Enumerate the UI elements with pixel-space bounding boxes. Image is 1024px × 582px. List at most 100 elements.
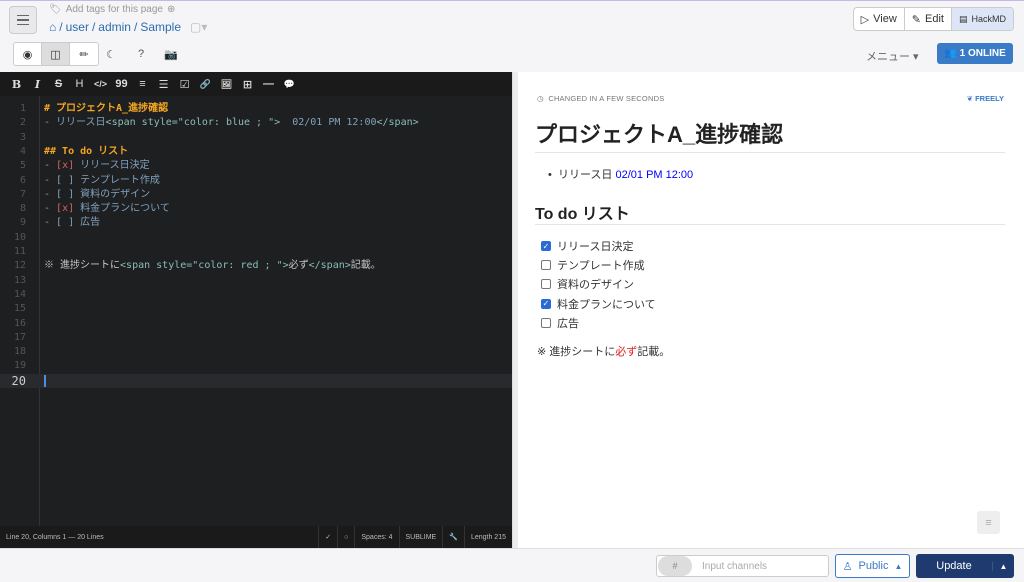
night-mode-button[interactable]: ☾ <box>102 46 120 62</box>
horizontal-rule-button[interactable]: — <box>258 78 279 90</box>
edit-mode-button[interactable]: ✏ <box>70 43 98 65</box>
public-dropdown[interactable]: ♙ Public ▲ <box>835 554 910 578</box>
code-line[interactable]: 19 <box>0 359 512 373</box>
code-line[interactable]: 15 <box>0 302 512 316</box>
heading-button[interactable]: H <box>69 78 90 90</box>
code-line[interactable]: 16 <box>0 317 512 331</box>
markdown-toolbar: B I S H </> 99 ≡ ☰ ☑ 🔗 🖼 ⊞ — 💬 <box>0 72 512 96</box>
code-line[interactable]: 12 ※ 進捗シートに<span style="color: red ; ">必ず… <box>0 259 512 273</box>
code-line[interactable]: 6 - [ ] テンプレート作成 <box>0 174 512 188</box>
breadcrumb-admin[interactable]: admin <box>98 20 131 34</box>
line-text[interactable]: ※ 進捗シートに<span style="color: red ; ">必ず</… <box>44 259 381 273</box>
line-number: 17 <box>13 331 26 343</box>
changed-status: ◷ CHANGED IN A FEW SECONDS <box>537 94 665 103</box>
toc-button[interactable]: ≡ <box>977 511 1000 534</box>
task-item: 広告 <box>541 315 579 331</box>
online-users-button[interactable]: 👥 1 ONLINE <box>937 43 1013 64</box>
view-mode-button[interactable]: ◉ <box>14 43 42 65</box>
tags-placeholder[interactable]: Add tags for this page <box>66 4 163 15</box>
line-text[interactable]: - [x] リリース日決定 <box>44 159 150 173</box>
unordered-list-button[interactable]: ≡ <box>132 78 153 90</box>
slack-toggle[interactable]: # <box>658 556 692 576</box>
edit-icon: ✎ <box>911 13 921 26</box>
question-icon: ? <box>137 48 145 60</box>
sidebar-toggle-button[interactable] <box>9 6 37 34</box>
line-text[interactable]: - [ ] 広告 <box>44 216 100 230</box>
image-button[interactable]: 🖼 <box>216 79 237 90</box>
task-checkbox[interactable]: ✓ <box>541 298 551 309</box>
code-line[interactable]: 1 # プロジェクトA_進捗確認 <box>0 102 512 116</box>
code-line[interactable]: 3 <box>0 131 512 145</box>
channels-input[interactable]: # Input channels <box>656 555 829 577</box>
update-button[interactable]: Update ▲ <box>916 554 1014 578</box>
home-icon[interactable]: ⌂ <box>49 20 56 34</box>
user-icon: ♙ <box>842 560 853 573</box>
code-line[interactable]: 5 - [x] リリース日決定 <box>0 159 512 173</box>
table-button[interactable]: ⊞ <box>237 78 258 91</box>
breadcrumb-user[interactable]: user <box>66 20 89 34</box>
line-text[interactable]: - [ ] テンプレート作成 <box>44 174 160 188</box>
channels-placeholder[interactable]: Input channels <box>702 561 767 572</box>
top-navbar: 🏷 Add tags for this page ⊕ ⌂ / user / admi… <box>0 0 1024 40</box>
editor-statusbar: Line 20, Columns 1 — 20 Lines ✓ ○ Spaces… <box>0 526 512 548</box>
tags-row[interactable]: 🏷 Add tags for this page ⊕ <box>49 4 175 15</box>
code-line[interactable]: 4 ## To do リスト <box>0 145 512 159</box>
line-text[interactable]: - リリース日<span style="color: blue ; "> 02/… <box>44 116 419 130</box>
tag-icon: 🏷 <box>49 4 62 15</box>
wrench-icon[interactable]: 🔧 <box>442 526 464 548</box>
hackmd-button[interactable]: ▤ HackMD <box>951 8 1013 30</box>
circle-icon[interactable]: ○ <box>337 526 354 548</box>
line-text[interactable]: # プロジェクトA_進捗確認 <box>44 102 168 116</box>
code-line[interactable]: 11 <box>0 245 512 259</box>
check-icon[interactable]: ✓ <box>318 526 337 548</box>
bold-button[interactable]: B <box>6 78 27 91</box>
code-button[interactable]: </> <box>90 79 111 89</box>
ordered-list-button[interactable]: ☰ <box>153 78 174 91</box>
code-line[interactable]: 18 <box>0 345 512 359</box>
permission-label[interactable]: ❦ FREELY <box>967 94 1004 103</box>
code-line[interactable]: 20 <box>0 373 512 388</box>
link-button[interactable]: 🔗 <box>195 79 216 90</box>
code-line[interactable]: 2 - リリース日<span style="color: blue ; "> 02… <box>0 116 512 130</box>
quote-button[interactable]: 99 <box>111 78 132 90</box>
code-line[interactable]: 10 <box>0 231 512 245</box>
code-line[interactable]: 7 - [ ] 資料のデザイン <box>0 188 512 202</box>
line-text[interactable]: - [ ] 資料のデザイン <box>44 188 150 202</box>
comment-button[interactable]: 💬 <box>279 79 300 90</box>
task-checkbox[interactable] <box>541 260 551 271</box>
task-checkbox[interactable] <box>541 317 551 328</box>
line-number: 19 <box>13 360 26 372</box>
task-checkbox[interactable] <box>541 279 551 290</box>
line-text[interactable]: ## To do リスト <box>44 145 128 159</box>
both-mode-button[interactable]: ◫ <box>42 43 70 65</box>
line-number: 11 <box>13 246 26 257</box>
code-line[interactable]: 8 - [x] 料金プランについて <box>0 202 512 216</box>
code-area[interactable]: 1 # プロジェクトA_進捗確認 2 - リリース日<span style="colo… <box>0 96 512 526</box>
snapshot-button[interactable]: 📷 <box>162 46 180 62</box>
edit-button[interactable]: ✎ Edit <box>905 8 952 30</box>
add-tag-icon[interactable]: ⊕ <box>167 4 175 15</box>
code-line[interactable]: 17 <box>0 331 512 345</box>
strikethrough-button[interactable]: S <box>48 78 69 90</box>
code-line[interactable]: 13 <box>0 274 512 288</box>
line-number: 7 <box>19 188 26 200</box>
length-indicator: Length 215 <box>463 526 512 548</box>
code-line[interactable]: 14 <box>0 288 512 302</box>
view-button[interactable]: ▷ View <box>854 8 905 30</box>
spaces-indicator[interactable]: Spaces: 4 <box>354 526 398 548</box>
line-number: 20 <box>11 373 26 388</box>
keymap-indicator[interactable]: SUBLIME <box>398 526 443 548</box>
breadcrumb-sample[interactable]: Sample <box>140 20 181 34</box>
code-line[interactable]: 9 - [ ] 広告 <box>0 216 512 230</box>
menu-dropdown[interactable]: メニュー ▾ <box>866 48 919 64</box>
clipboard-icon[interactable]: ▢▾ <box>190 20 207 34</box>
update-caret[interactable]: ▲ <box>992 561 1014 571</box>
code-editor[interactable]: B I S H </> 99 ≡ ☰ ☑ 🔗 🖼 ⊞ — 💬 1 # プロジェクト… <box>0 72 512 548</box>
task-checkbox[interactable]: ✓ <box>541 241 551 251</box>
checklist-button[interactable]: ☑ <box>174 78 195 91</box>
line-number: 3 <box>19 131 26 143</box>
italic-button[interactable]: I <box>27 78 48 91</box>
help-button[interactable]: ? <box>132 46 150 62</box>
line-text[interactable]: - [x] 料金プランについて <box>44 202 170 216</box>
task-label: 資料のデザイン <box>557 279 634 292</box>
